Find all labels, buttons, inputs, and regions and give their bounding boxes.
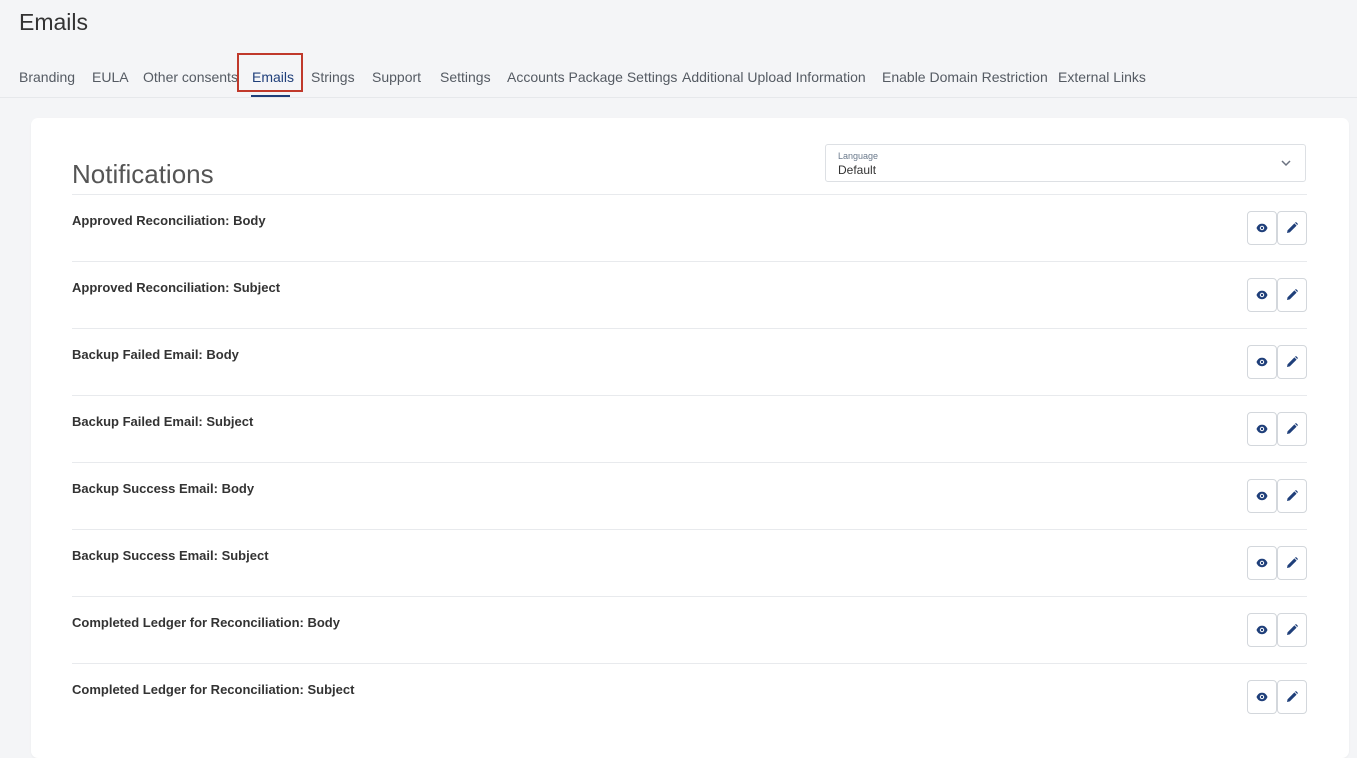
page-title: Emails [19, 9, 89, 35]
notifications-card: Notifications Language Default Approved … [31, 118, 1349, 758]
pencil-icon [1287, 691, 1298, 702]
list-item: Backup Failed Email: Body [72, 328, 1307, 395]
tab-strings[interactable]: Strings [311, 69, 355, 85]
list-item: Approved Reconciliation: Subject [72, 261, 1307, 328]
edit-button[interactable] [1277, 546, 1307, 580]
view-button[interactable] [1247, 211, 1277, 245]
tab-enable-domain-restriction[interactable]: Enable Domain Restriction [882, 69, 1048, 85]
edit-button[interactable] [1277, 613, 1307, 647]
view-button[interactable] [1247, 278, 1277, 312]
view-button[interactable] [1247, 412, 1277, 446]
notification-label: Completed Ledger for Reconciliation: Bod… [72, 615, 340, 630]
eye-icon [1256, 491, 1268, 501]
eye-icon [1256, 290, 1268, 300]
edit-button[interactable] [1277, 680, 1307, 714]
pencil-icon [1287, 356, 1298, 367]
chevron-down-icon [1281, 160, 1291, 167]
eye-icon [1256, 558, 1268, 568]
list-item: Completed Ledger for Reconciliation: Sub… [72, 663, 1307, 730]
tab-accounts-package-settings[interactable]: Accounts Package Settings [507, 69, 677, 85]
pencil-icon [1287, 557, 1298, 568]
notification-label: Backup Success Email: Body [72, 481, 255, 496]
language-label: Language [838, 151, 879, 161]
tab-additional-upload-information[interactable]: Additional Upload Information [682, 69, 866, 85]
pencil-icon [1287, 490, 1298, 501]
tab-emails[interactable]: Emails [252, 69, 294, 85]
tab-external-links[interactable]: External Links [1058, 69, 1146, 85]
tab-bar: Branding EULA Other consents Emails Stri… [0, 53, 1357, 98]
eye-icon [1256, 625, 1268, 635]
edit-button[interactable] [1277, 412, 1307, 446]
language-value: Default [838, 163, 877, 177]
tab-branding[interactable]: Branding [19, 69, 75, 85]
pencil-icon [1287, 222, 1298, 233]
notification-label: Backup Failed Email: Body [72, 347, 239, 362]
edit-button[interactable] [1277, 479, 1307, 513]
active-tab-indicator [251, 95, 290, 97]
list-item: Approved Reconciliation: Body [72, 194, 1307, 261]
tab-other-consents[interactable]: Other consents [143, 69, 238, 85]
language-select[interactable]: Language Default [825, 144, 1306, 182]
edit-button[interactable] [1277, 345, 1307, 379]
pencil-icon [1287, 624, 1298, 635]
edit-button[interactable] [1277, 278, 1307, 312]
notification-label: Backup Failed Email: Subject [72, 414, 254, 429]
view-button[interactable] [1247, 345, 1277, 379]
pencil-icon [1287, 423, 1298, 434]
eye-icon [1256, 424, 1268, 434]
list-item: Backup Success Email: Subject [72, 529, 1307, 596]
list-item: Backup Success Email: Body [72, 462, 1307, 529]
tab-support[interactable]: Support [372, 69, 421, 85]
view-button[interactable] [1247, 613, 1277, 647]
list-item: Completed Ledger for Reconciliation: Bod… [72, 596, 1307, 663]
edit-button[interactable] [1277, 211, 1307, 245]
section-title: Notifications [72, 159, 214, 189]
eye-icon [1256, 692, 1268, 702]
pencil-icon [1287, 289, 1298, 300]
notification-label: Approved Reconciliation: Subject [72, 280, 281, 295]
eye-icon [1256, 357, 1268, 367]
notification-list: Approved Reconciliation: Body Approved R… [72, 194, 1307, 730]
tab-settings[interactable]: Settings [440, 69, 491, 85]
notification-label: Approved Reconciliation: Body [72, 213, 266, 228]
view-button[interactable] [1247, 546, 1277, 580]
view-button[interactable] [1247, 680, 1277, 714]
notification-label: Backup Success Email: Subject [72, 548, 269, 563]
tab-eula[interactable]: EULA [92, 69, 129, 85]
eye-icon [1256, 223, 1268, 233]
notification-label: Completed Ledger for Reconciliation: Sub… [72, 682, 355, 697]
view-button[interactable] [1247, 479, 1277, 513]
list-item: Backup Failed Email: Subject [72, 395, 1307, 462]
